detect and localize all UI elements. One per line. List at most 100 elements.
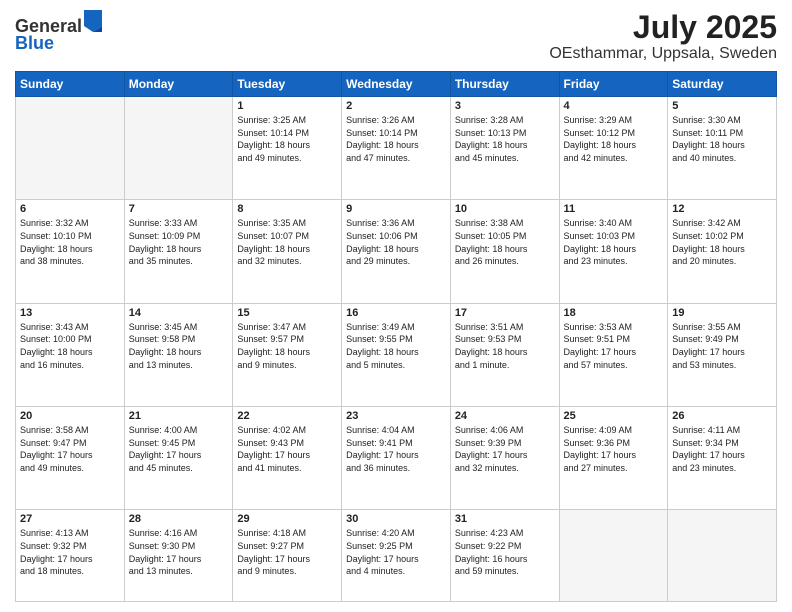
day-info: Sunrise: 4:18 AM Sunset: 9:27 PM Dayligh…: [237, 527, 337, 577]
day-info: Sunrise: 3:30 AM Sunset: 10:11 PM Daylig…: [672, 114, 772, 164]
calendar-week-row: 6Sunrise: 3:32 AM Sunset: 10:10 PM Dayli…: [16, 200, 777, 303]
day-number: 30: [346, 513, 446, 525]
day-number: 23: [346, 410, 446, 422]
day-number: 27: [20, 513, 120, 525]
day-info: Sunrise: 4:00 AM Sunset: 9:45 PM Dayligh…: [129, 424, 229, 474]
day-number: 26: [672, 410, 772, 422]
day-info: Sunrise: 3:25 AM Sunset: 10:14 PM Daylig…: [237, 114, 337, 164]
day-info: Sunrise: 3:45 AM Sunset: 9:58 PM Dayligh…: [129, 321, 229, 371]
page-title: July 2025: [549, 10, 777, 45]
day-info: Sunrise: 3:29 AM Sunset: 10:12 PM Daylig…: [564, 114, 664, 164]
table-row: 7 Sunrise: 3:33 AM Sunset: 10:09 PM Dayli…: [124, 200, 233, 303]
day-info: Sunrise: 4:20 AM Sunset: 9:25 PM Dayligh…: [346, 527, 446, 577]
page: General Blue July 2025 OEsthammar, Uppsa…: [0, 0, 792, 612]
table-row: 26 Sunrise: 4:11 AM Sunset: 9:34 PM Dayli…: [668, 407, 777, 510]
table-row: 6Sunrise: 3:32 AM Sunset: 10:10 PM Dayli…: [16, 200, 125, 303]
day-number: 12: [672, 203, 772, 215]
table-row: 8 Sunrise: 3:35 AM Sunset: 10:07 PM Dayli…: [233, 200, 342, 303]
day-number: 5: [672, 100, 772, 112]
col-saturday: Saturday: [668, 72, 777, 97]
header: General Blue July 2025 OEsthammar, Uppsa…: [15, 10, 777, 63]
day-info: Sunrise: 3:38 AM Sunset: 10:05 PM Daylig…: [455, 217, 555, 267]
table-row: 16 Sunrise: 3:49 AM Sunset: 9:55 PM Dayli…: [342, 303, 451, 406]
table-row: 28 Sunrise: 4:16 AM Sunset: 9:30 PM Dayli…: [124, 510, 233, 602]
table-row: [559, 510, 668, 602]
day-info: Sunrise: 3:40 AM Sunset: 10:03 PM Daylig…: [564, 217, 664, 267]
day-number: 28: [129, 513, 229, 525]
day-info: Sunrise: 3:36 AM Sunset: 10:06 PM Daylig…: [346, 217, 446, 267]
col-thursday: Thursday: [450, 72, 559, 97]
col-friday: Friday: [559, 72, 668, 97]
day-info: Sunrise: 3:42 AM Sunset: 10:02 PM Daylig…: [672, 217, 772, 267]
table-row: 21 Sunrise: 4:00 AM Sunset: 9:45 PM Dayli…: [124, 407, 233, 510]
day-number: 17: [455, 307, 555, 319]
day-number: 8: [237, 203, 337, 215]
day-number: 10: [455, 203, 555, 215]
day-number: 11: [564, 203, 664, 215]
day-info: Sunrise: 4:02 AM Sunset: 9:43 PM Dayligh…: [237, 424, 337, 474]
calendar-table: Sunday Monday Tuesday Wednesday Thursday…: [15, 71, 777, 602]
calendar-week-row: 27 Sunrise: 4:13 AM Sunset: 9:32 PM Dayli…: [16, 510, 777, 602]
table-row: 11 Sunrise: 3:40 AM Sunset: 10:03 PM Dayl…: [559, 200, 668, 303]
table-row: 13 Sunrise: 3:43 AM Sunset: 10:00 PM Dayl…: [16, 303, 125, 406]
table-row: 27 Sunrise: 4:13 AM Sunset: 9:32 PM Dayli…: [16, 510, 125, 602]
day-info: Sunrise: 3:26 AM Sunset: 10:14 PM Daylig…: [346, 114, 446, 164]
day-info: Sunrise: 4:23 AM Sunset: 9:22 PM Dayligh…: [455, 527, 555, 577]
table-row: 25 Sunrise: 4:09 AM Sunset: 9:36 PM Dayli…: [559, 407, 668, 510]
day-number: 20: [20, 410, 120, 422]
table-row: 9 Sunrise: 3:36 AM Sunset: 10:06 PM Dayli…: [342, 200, 451, 303]
day-number: 15: [237, 307, 337, 319]
table-row: 23Sunrise: 4:04 AM Sunset: 9:41 PM Dayli…: [342, 407, 451, 510]
col-sunday: Sunday: [16, 72, 125, 97]
day-number: 7: [129, 203, 229, 215]
table-row: 20 Sunrise: 3:58 AM Sunset: 9:47 PM Dayli…: [16, 407, 125, 510]
day-info: Sunrise: 4:09 AM Sunset: 9:36 PM Dayligh…: [564, 424, 664, 474]
day-info: Sunrise: 4:11 AM Sunset: 9:34 PM Dayligh…: [672, 424, 772, 474]
logo-icon: [84, 10, 102, 32]
day-info: Sunrise: 3:35 AM Sunset: 10:07 PM Daylig…: [237, 217, 337, 267]
day-number: 9: [346, 203, 446, 215]
day-number: 31: [455, 513, 555, 525]
day-number: 2: [346, 100, 446, 112]
day-number: 19: [672, 307, 772, 319]
day-number: 14: [129, 307, 229, 319]
calendar-week-row: 20 Sunrise: 3:58 AM Sunset: 9:47 PM Dayli…: [16, 407, 777, 510]
day-info: Sunrise: 3:51 AM Sunset: 9:53 PM Dayligh…: [455, 321, 555, 371]
table-row: 15 Sunrise: 3:47 AM Sunset: 9:57 PM Dayli…: [233, 303, 342, 406]
col-wednesday: Wednesday: [342, 72, 451, 97]
day-number: 3: [455, 100, 555, 112]
day-info: Sunrise: 4:06 AM Sunset: 9:39 PM Dayligh…: [455, 424, 555, 474]
logo-blue-text: Blue: [15, 33, 102, 54]
table-row: 19 Sunrise: 3:55 AM Sunset: 9:49 PM Dayli…: [668, 303, 777, 406]
day-number: 16: [346, 307, 446, 319]
day-info: Sunrise: 3:47 AM Sunset: 9:57 PM Dayligh…: [237, 321, 337, 371]
day-info: Sunrise: 4:16 AM Sunset: 9:30 PM Dayligh…: [129, 527, 229, 577]
day-info: Sunrise: 3:43 AM Sunset: 10:00 PM Daylig…: [20, 321, 120, 371]
day-number: 25: [564, 410, 664, 422]
day-info: Sunrise: 3:33 AM Sunset: 10:09 PM Daylig…: [129, 217, 229, 267]
table-row: 1Sunrise: 3:25 AM Sunset: 10:14 PM Dayli…: [233, 97, 342, 200]
table-row: 10 Sunrise: 3:38 AM Sunset: 10:05 PM Dayl…: [450, 200, 559, 303]
day-info: Sunrise: 3:49 AM Sunset: 9:55 PM Dayligh…: [346, 321, 446, 371]
table-row: 30 Sunrise: 4:20 AM Sunset: 9:25 PM Dayli…: [342, 510, 451, 602]
table-row: 17 Sunrise: 3:51 AM Sunset: 9:53 PM Dayli…: [450, 303, 559, 406]
logo: General Blue: [15, 10, 102, 54]
title-block: July 2025 OEsthammar, Uppsala, Sweden: [549, 10, 777, 63]
table-row: 5 Sunrise: 3:30 AM Sunset: 10:11 PM Dayli…: [668, 97, 777, 200]
day-info: Sunrise: 3:55 AM Sunset: 9:49 PM Dayligh…: [672, 321, 772, 371]
table-row: [16, 97, 125, 200]
day-number: 21: [129, 410, 229, 422]
table-row: 22Sunrise: 4:02 AM Sunset: 9:43 PM Dayli…: [233, 407, 342, 510]
day-info: Sunrise: 3:58 AM Sunset: 9:47 PM Dayligh…: [20, 424, 120, 474]
table-row: 18Sunrise: 3:53 AM Sunset: 9:51 PM Dayli…: [559, 303, 668, 406]
day-info: Sunrise: 4:13 AM Sunset: 9:32 PM Dayligh…: [20, 527, 120, 577]
col-monday: Monday: [124, 72, 233, 97]
calendar-week-row: 13 Sunrise: 3:43 AM Sunset: 10:00 PM Dayl…: [16, 303, 777, 406]
table-row: 4Sunrise: 3:29 AM Sunset: 10:12 PM Dayli…: [559, 97, 668, 200]
day-number: 29: [237, 513, 337, 525]
day-number: 6: [20, 203, 120, 215]
table-row: 24Sunrise: 4:06 AM Sunset: 9:39 PM Dayli…: [450, 407, 559, 510]
day-number: 13: [20, 307, 120, 319]
page-subtitle: OEsthammar, Uppsala, Sweden: [549, 45, 777, 63]
table-row: [124, 97, 233, 200]
